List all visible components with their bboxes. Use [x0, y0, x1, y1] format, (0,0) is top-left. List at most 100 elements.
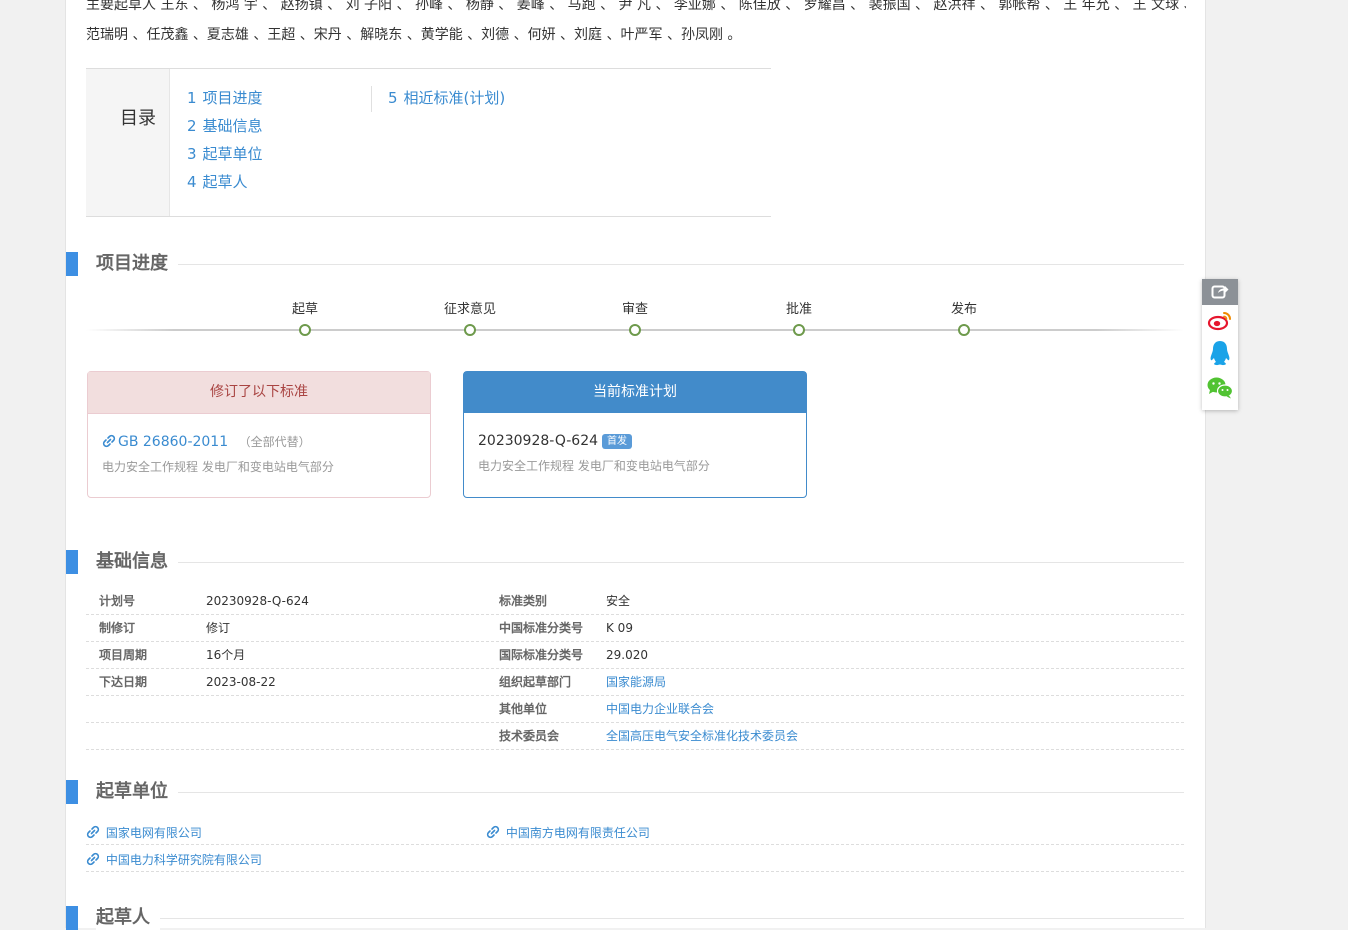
section-title: 起草单位 — [96, 780, 178, 804]
first-release-badge: 首发 — [602, 434, 633, 449]
technical-committee-link[interactable]: 全国高压电气安全标准化技术委员会 — [606, 729, 798, 743]
toc-item-number: 5 — [388, 89, 398, 107]
qq-share-button[interactable] — [1202, 335, 1238, 370]
table-row: 国家电网有限公司 中国南方电网有限责任公司 — [86, 818, 1184, 845]
qq-icon — [1210, 340, 1230, 365]
current-plan-card: 当前标准计划 20230928-Q-624 首发 电力安全工作规程 发电厂和变电站… — [463, 371, 807, 498]
section-divider — [96, 918, 1184, 919]
toc-item-drafters[interactable]: 4 起草人 — [187, 170, 263, 198]
wechat-share-button[interactable] — [1202, 370, 1238, 405]
current-plan-code: 20230928-Q-624 — [478, 433, 599, 449]
field-label: 中国标准分类号 — [499, 621, 584, 635]
drafters-list: 主要起草人 王东 、 杨鸿 宇 、 赵扬镇 、 刘 子阳 、 孙峰 、 杨静 、… — [86, 0, 1186, 50]
toc-item-label: 项目进度 — [202, 89, 263, 107]
section-divider — [96, 264, 1184, 265]
section-title: 项目进度 — [96, 252, 178, 276]
link-icon — [486, 825, 500, 839]
revised-standard-card: 修订了以下标准 GB 26860-2011 （全部代替） 电力安全工作规程 发电… — [87, 371, 431, 498]
table-of-contents: 目录 1 项目进度 2 基础信息 3 起草单位 4 起草人 5 相近标准(计划) — [86, 68, 771, 217]
field-value: 20230928-Q-624 — [206, 594, 309, 608]
drafting-unit-link[interactable]: 国家电网有限公司 — [86, 824, 202, 841]
section-header-drafting-units: 起草单位 — [66, 780, 1184, 804]
revised-standard-desc: 电力安全工作规程 发电厂和变电站电气部分 — [102, 460, 334, 474]
timeline-step-publish: 发布 — [924, 300, 1004, 336]
timeline-dot — [629, 324, 641, 336]
field-value: K 09 — [606, 621, 633, 635]
section-header-drafters: 起草人 — [66, 906, 1184, 930]
section-header-basic-info: 基础信息 — [66, 550, 1184, 574]
timeline-step-draft: 起草 — [265, 300, 345, 336]
table-row: 下达日期 2023-08-22 组织起草部门 国家能源局 — [86, 669, 1184, 696]
field-label: 项目周期 — [99, 648, 148, 662]
section-marker — [66, 550, 78, 574]
link-icon — [102, 434, 116, 448]
timeline-dot — [464, 324, 476, 336]
drafting-unit-name: 中国电力科学研究院有限公司 — [105, 853, 262, 867]
toc-item-drafting-units[interactable]: 3 起草单位 — [187, 142, 263, 170]
field-value: 16个月 — [206, 648, 246, 662]
section-marker — [66, 906, 78, 930]
toc-column-1: 1 项目进度 2 基础信息 3 起草单位 4 起草人 — [187, 86, 263, 198]
table-row: 技术委员会 全国高压电气安全标准化技术委员会 — [86, 723, 1184, 750]
current-plan-desc: 电力安全工作规程 发电厂和变电站电气部分 — [478, 459, 710, 473]
section-header-progress: 项目进度 — [66, 252, 1184, 276]
field-label: 国际标准分类号 — [499, 648, 584, 662]
toc-item-label: 基础信息 — [202, 117, 263, 135]
drafters-line-1: 主要起草人 王东 、 杨鸿 宇 、 赵扬镇 、 刘 子阳 、 孙峰 、 杨静 、… — [86, 0, 1186, 13]
toc-item-number: 4 — [187, 173, 197, 191]
organizing-department-link[interactable]: 国家能源局 — [606, 675, 666, 689]
timeline-step-label: 起草 — [291, 302, 318, 317]
section-divider — [96, 792, 1184, 793]
field-label: 计划号 — [99, 594, 136, 608]
link-icon — [86, 825, 100, 839]
section-marker — [66, 780, 78, 804]
toc-item-similar-standards[interactable]: 5 相近标准(计划) — [388, 86, 505, 114]
toc-item-number: 3 — [187, 145, 197, 163]
table-row: 制修订 修订 中国标准分类号 K 09 — [86, 615, 1184, 642]
revised-card-header: 修订了以下标准 — [88, 372, 430, 414]
timeline-step-label: 批准 — [785, 302, 812, 317]
drafting-unit-name: 国家电网有限公司 — [105, 826, 202, 840]
drafting-unit-link[interactable]: 中国南方电网有限责任公司 — [486, 824, 650, 841]
toc-item-number: 2 — [187, 117, 197, 135]
toc-item-basic-info[interactable]: 2 基础信息 — [187, 114, 263, 142]
toc-title: 目录 — [86, 69, 170, 216]
section-title: 起草人 — [96, 906, 160, 930]
timeline-step-comments: 征求意见 — [430, 300, 510, 336]
toc-item-label: 起草单位 — [202, 145, 263, 163]
basic-info-table: 计划号 20230928-Q-624 标准类别 安全 制修订 修订 中国标准分类… — [86, 588, 1184, 750]
field-label: 组织起草部门 — [499, 675, 572, 689]
toc-item-label: 起草人 — [202, 173, 248, 191]
weibo-share-button[interactable] — [1202, 305, 1238, 335]
drafting-unit-link[interactable]: 中国电力科学研究院有限公司 — [86, 851, 262, 868]
field-label: 技术委员会 — [499, 729, 560, 743]
progress-timeline: 起草 征求意见 审查 批准 发布 — [86, 300, 1184, 340]
field-value: 修订 — [206, 621, 231, 635]
share-toolbar-header[interactable] — [1202, 279, 1238, 305]
timeline-step-approval: 批准 — [759, 300, 839, 336]
toc-column-2: 5 相近标准(计划) — [371, 86, 505, 112]
drafting-units-list: 国家电网有限公司 中国南方电网有限责任公司 中国电力科学研究院有限公司 — [86, 818, 1184, 872]
wechat-icon — [1207, 377, 1234, 398]
table-row: 其他单位 中国电力企业联合会 — [86, 696, 1184, 723]
section-marker — [66, 252, 78, 276]
timeline-dot — [299, 324, 311, 336]
revised-standard-link[interactable]: GB 26860-2011 — [102, 434, 233, 450]
field-label: 制修订 — [99, 621, 136, 635]
table-row: 计划号 20230928-Q-624 标准类别 安全 — [86, 588, 1184, 615]
section-title: 基础信息 — [96, 550, 178, 574]
toc-item-progress[interactable]: 1 项目进度 — [187, 86, 263, 114]
timeline-step-review: 审查 — [595, 300, 675, 336]
toc-item-number: 1 — [187, 89, 197, 107]
timeline-dot — [958, 324, 970, 336]
field-value: 2023-08-22 — [206, 675, 276, 689]
share-toolbar — [1202, 279, 1238, 410]
field-value: 安全 — [606, 594, 631, 608]
section-divider — [96, 562, 1184, 563]
timeline-dot — [793, 324, 805, 336]
link-icon — [86, 852, 100, 866]
timeline-step-label: 审查 — [621, 302, 648, 317]
share-icon — [1211, 285, 1229, 299]
current-card-header: 当前标准计划 — [464, 372, 806, 413]
other-unit-link[interactable]: 中国电力企业联合会 — [606, 702, 714, 716]
